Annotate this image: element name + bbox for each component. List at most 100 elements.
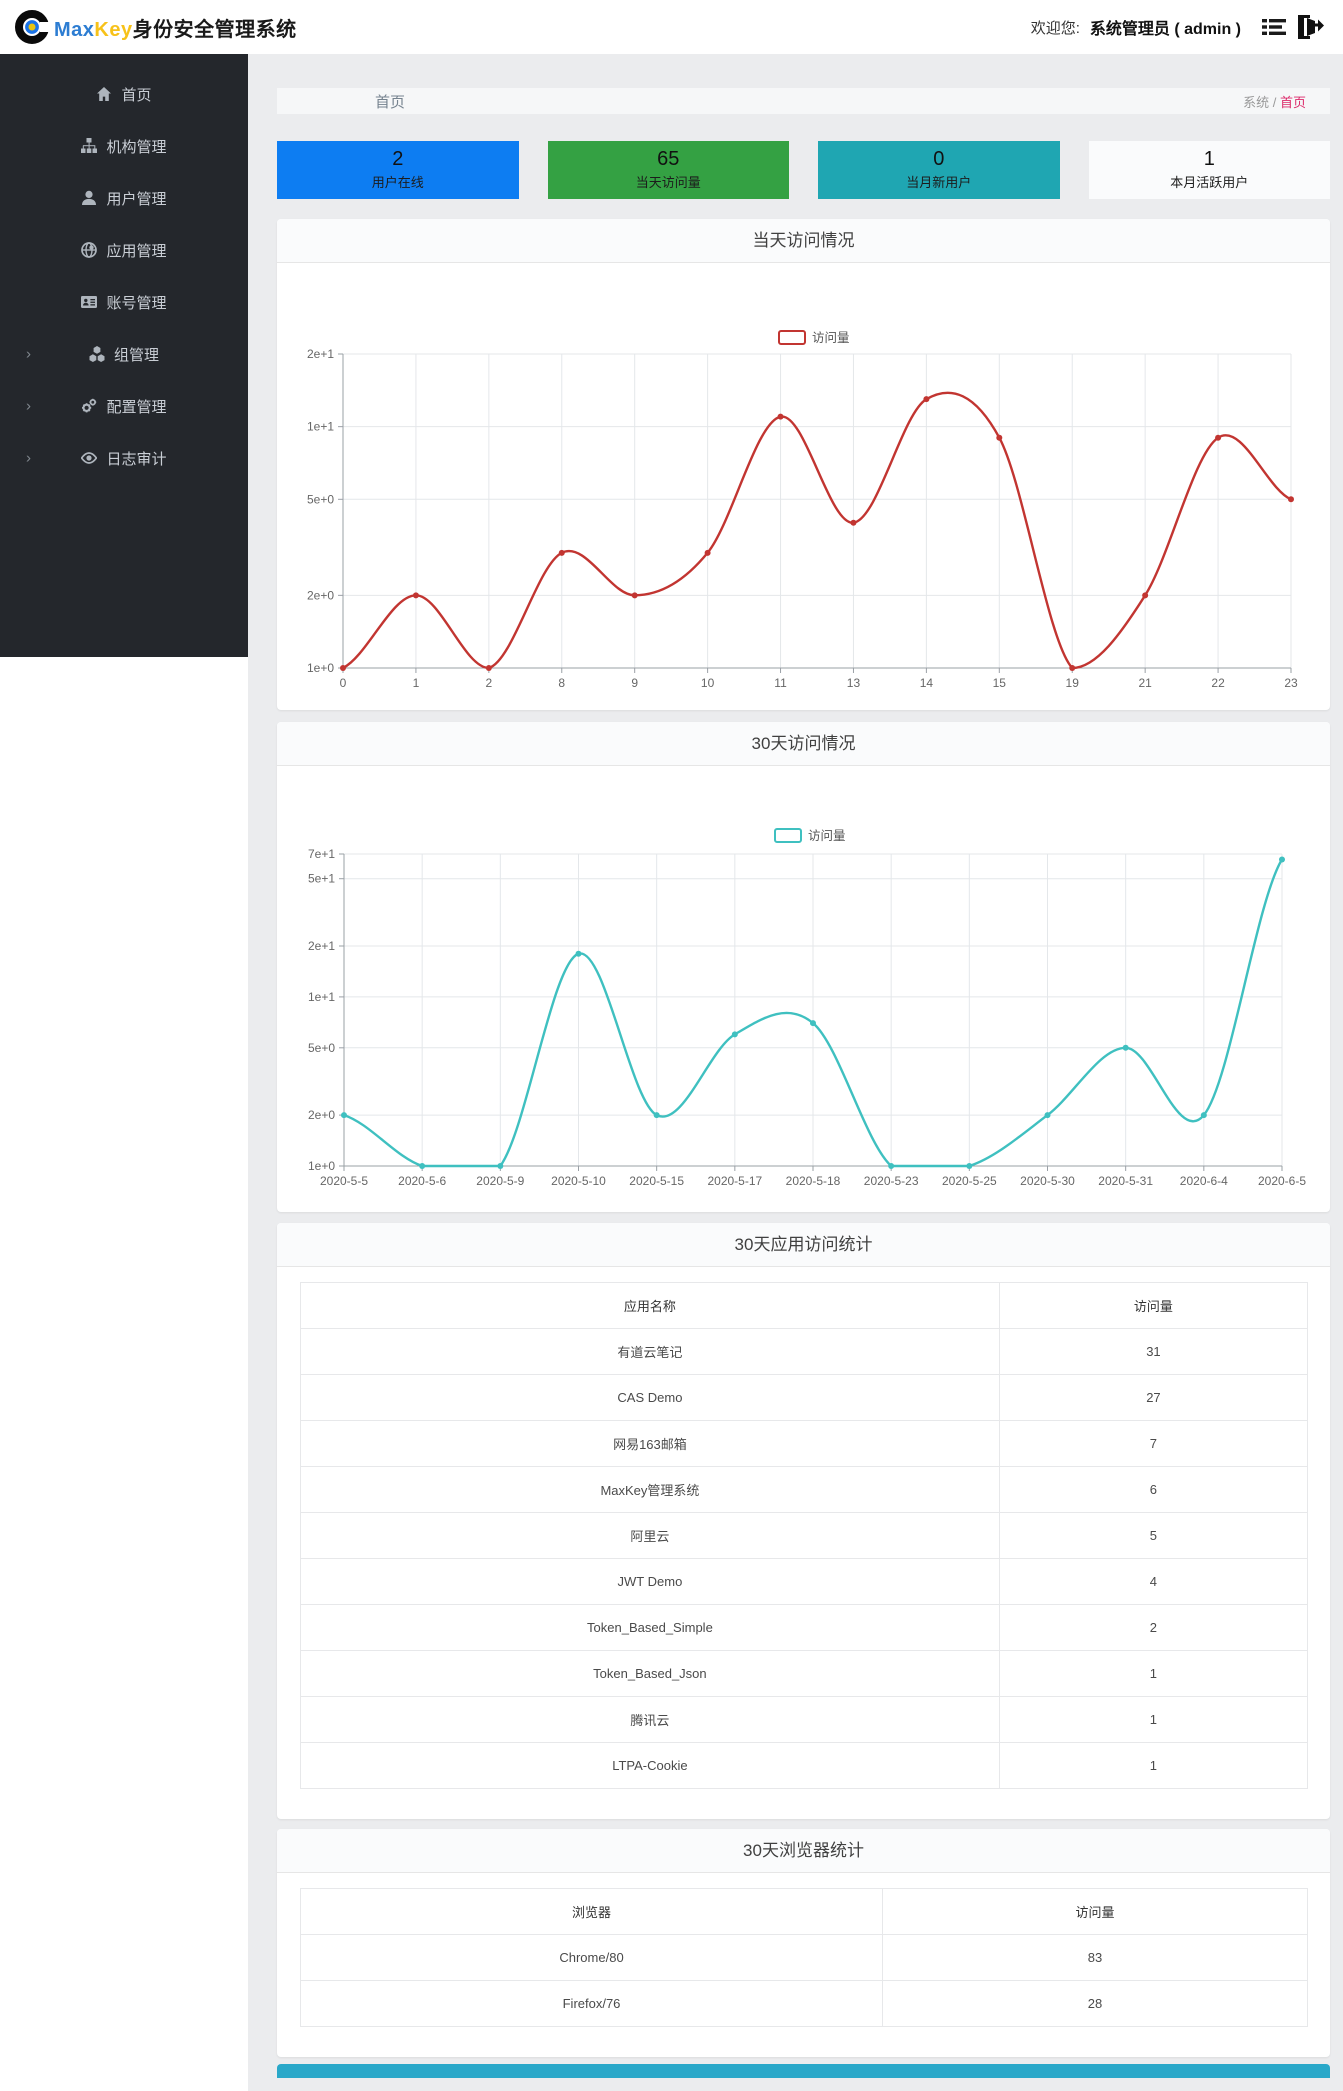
data-point[interactable] (341, 1112, 347, 1119)
table-cell: 2 (998, 1604, 1309, 1651)
session-list-icon[interactable] (1261, 16, 1287, 38)
table-cell: 6 (998, 1466, 1309, 1513)
legend[interactable]: 访问量 (774, 828, 846, 843)
data-point[interactable] (653, 1112, 660, 1119)
data-point[interactable] (631, 592, 638, 599)
brand: MaxKey身份安全管理系统 (14, 9, 297, 45)
data-point[interactable] (340, 665, 346, 671)
sidebar-item-label: 配置管理 (106, 398, 167, 416)
table-header-row: 应用名称 访问量 (300, 1282, 1309, 1329)
home-icon (97, 87, 112, 101)
daily-visits-chart[interactable]: 1e+0 2e+0 5e+0 1e+1 2e+1 0 1 2 8 9 10 11 13 14 15 19 21 2… (277, 263, 1330, 710)
data-point[interactable] (850, 519, 857, 526)
x-tick-label: 2020-5-31 (1098, 1174, 1153, 1188)
monthly-visits-chart[interactable]: 1e+0 2e+0 5e+0 1e+1 2e+1 5e+1 7e+1 2020-5-5 2020… (277, 766, 1330, 1212)
sidebar-item-0[interactable]: 首页 (0, 68, 248, 120)
table-row: 有道云笔记 31 (300, 1328, 1309, 1375)
data-point[interactable] (704, 549, 711, 556)
x-tick-label: 14 (920, 676, 934, 690)
panel-daily-visits: 当天访问情况 1e+0 2e+0 5e+0 1e+1 2e+1 0 1 2 8 9 10 11 13 14… (277, 219, 1330, 710)
data-point[interactable] (1122, 1044, 1129, 1051)
x-tick-label: 2020-5-6 (398, 1174, 446, 1188)
sidebar-item-6[interactable]: › 配置管理 (0, 380, 248, 432)
data-point[interactable] (888, 1163, 895, 1169)
x-tick-label: 2020-6-4 (1180, 1174, 1228, 1188)
data-point[interactable] (575, 950, 582, 957)
sidebar-item-2[interactable]: 用户管理 (0, 172, 248, 224)
table-row: 阿里云 5 (300, 1512, 1309, 1559)
legend-label: 访问量 (808, 829, 846, 843)
y-tick-label: 7e+1 (308, 847, 335, 861)
data-point[interactable] (1044, 1112, 1051, 1119)
data-point[interactable] (731, 1031, 738, 1038)
data-point[interactable] (1069, 665, 1076, 671)
sidebar-item-4[interactable]: 账号管理 (0, 276, 248, 328)
stat-card-1: 65 当天访问量 (547, 141, 789, 199)
table-cell: 网易163邮箱 (300, 1420, 1000, 1467)
y-tick-label: 2e+0 (308, 1108, 335, 1122)
sidebar-item-label: 机构管理 (106, 138, 167, 156)
legend-marker (778, 330, 806, 345)
logout-icon[interactable] (1295, 14, 1325, 40)
y-tick-label: 1e+0 (308, 1159, 335, 1173)
browser-visits-table: 浏览器 访问量 Chrome/80 83 Firefox/76 28 (299, 1888, 1308, 2027)
table-cell: 阿里云 (300, 1512, 1000, 1559)
x-tick-label: 9 (631, 676, 638, 690)
org-icon (81, 138, 98, 153)
column-header: 访问量 (998, 1282, 1309, 1329)
stat-card-value: 65 (657, 148, 680, 170)
chevron-right-icon: › (26, 397, 31, 415)
y-tick-label: 1e+1 (307, 420, 334, 434)
table-cell: MaxKey管理系统 (300, 1466, 1000, 1513)
data-point[interactable] (777, 413, 784, 420)
column-header: 浏览器 (299, 1888, 884, 1935)
x-tick-label: 23 (1284, 676, 1298, 690)
table-row: Token_Based_Json 1 (300, 1650, 1309, 1697)
header-right: 欢迎您: 系统管理员 ( admin ) (1031, 14, 1325, 40)
data-point[interactable] (996, 434, 1003, 441)
table-cell: CAS Demo (300, 1374, 1000, 1421)
y-tick-label: 2e+1 (308, 939, 335, 953)
x-tick-label: 0 (340, 676, 347, 690)
table-row: LTPA-Cookie 1 (300, 1742, 1309, 1789)
table-row: CAS Demo 27 (300, 1374, 1309, 1421)
sidebar-item-5[interactable]: › 组管理 (0, 328, 248, 380)
data-point[interactable] (419, 1163, 426, 1169)
sidebar-item-7[interactable]: › 日志审计 (0, 432, 248, 484)
table-cell: LTPA-Cookie (300, 1742, 1000, 1789)
sidebar-item-1[interactable]: 机构管理 (0, 120, 248, 172)
main-content: 首页 系统 / 首页 2 用户在线 65 当天访问量 0 当月新用户 1 本月活跃用户 当天访… (248, 54, 1343, 2091)
stat-card-0: 2 用户在线 (277, 141, 519, 199)
data-point[interactable] (1288, 496, 1294, 503)
data-point[interactable] (923, 396, 930, 403)
legend-label: 访问量 (812, 331, 850, 345)
breadcrumb-current[interactable]: 首页 (1280, 95, 1306, 110)
panel-title-daily-visits: 当天访问情况 (277, 219, 1330, 263)
table-cell: 有道云笔记 (300, 1328, 1000, 1375)
stat-card-value: 2 (392, 148, 404, 170)
data-point[interactable] (1142, 592, 1149, 599)
data-point[interactable] (558, 549, 565, 556)
data-point[interactable] (810, 1020, 816, 1027)
table-cell: 腾讯云 (300, 1696, 1000, 1743)
data-point[interactable] (485, 665, 492, 671)
current-user: 系统管理员 ( admin ) (1089, 21, 1241, 38)
x-tick-label: 15 (993, 676, 1007, 690)
data-point[interactable] (1215, 434, 1222, 441)
legend[interactable]: 访问量 (778, 330, 850, 345)
data-point[interactable] (497, 1163, 504, 1169)
sidebar-nav: 首页机构管理用户管理 应用管理账号管理 › 组管理 › 配置管理 › 日志审计 (0, 54, 248, 657)
table-cell: 28 (882, 1980, 1308, 2027)
data-point[interactable] (1200, 1112, 1207, 1119)
data-point[interactable] (966, 1163, 973, 1169)
sidebar-item-label: 账号管理 (106, 294, 167, 312)
stat-card-value: 1 (1203, 148, 1215, 170)
audit-icon (81, 452, 98, 464)
table-cell: 1 (998, 1696, 1309, 1743)
sidebar-item-3[interactable]: 应用管理 (0, 224, 248, 276)
data-point[interactable] (412, 592, 419, 599)
data-point[interactable] (1279, 856, 1285, 863)
table-cell: Token_Based_Simple (300, 1604, 1000, 1651)
table-cell: 4 (998, 1558, 1309, 1605)
y-tick-label: 5e+1 (308, 872, 335, 886)
